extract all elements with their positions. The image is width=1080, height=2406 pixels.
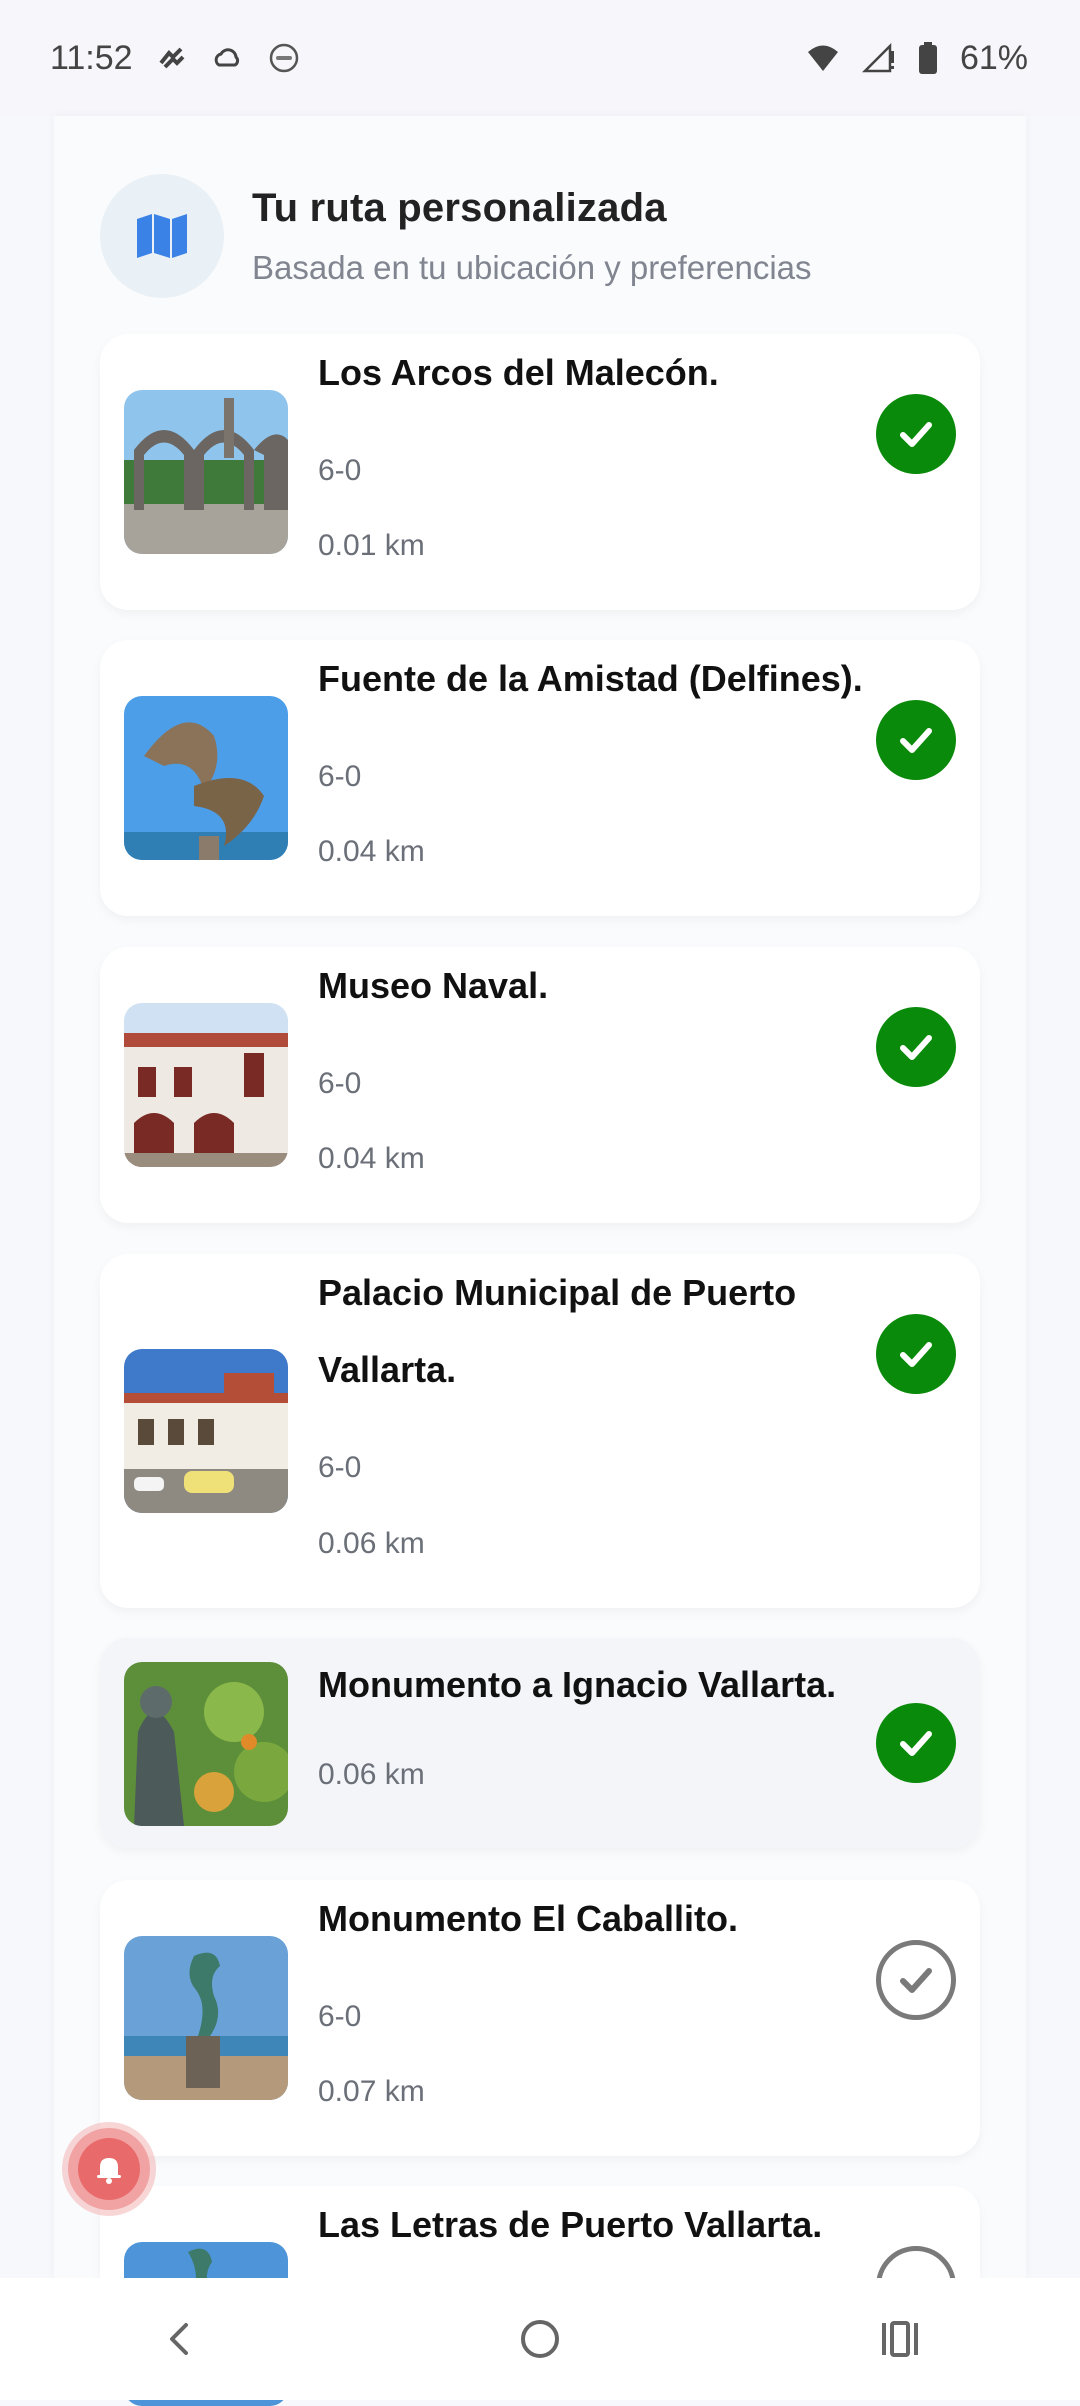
route-header: Tu ruta personalizada Basada en tu ubica…: [100, 174, 980, 298]
system-nav-bar: [0, 2278, 1080, 2400]
place-distance: 0.06 km: [318, 1758, 425, 1791]
visited-check-button[interactable]: [876, 1007, 956, 1087]
place-thumbnail: [124, 696, 288, 860]
place-distance: 0.07 km: [318, 2075, 425, 2108]
place-thumbnail: [124, 1003, 288, 1167]
status-bar: 11:52 61%: [0, 0, 1080, 116]
battery-percent: 61%: [959, 38, 1028, 77]
place-thumbnail: [124, 1349, 288, 1513]
home-button[interactable]: [495, 2294, 585, 2384]
check-icon: [900, 422, 932, 447]
place-name: Las Letras de Puerto Vallarta.: [318, 2204, 823, 2245]
place-card[interactable]: Monumento El Caballito. 6-0 0.07 km: [100, 1880, 980, 2156]
place-thumbnail: [124, 1936, 288, 2100]
place-name: Fuente de la Amistad (Delfines).: [318, 658, 863, 699]
check-icon: [900, 1342, 932, 1367]
signal-icon: [861, 42, 894, 73]
place-thumbnail: [124, 390, 288, 554]
place-name: Los Arcos del Malecón.: [318, 352, 719, 393]
bell-icon: [97, 2158, 121, 2184]
circle-badge-icon: [269, 43, 298, 73]
page-title: Tu ruta personalizada: [252, 185, 667, 230]
check-icon: [900, 1035, 932, 1060]
visited-check-button[interactable]: [876, 394, 956, 474]
place-card[interactable]: Fuente de la Amistad (Delfines). 6-0 0.0…: [100, 640, 980, 916]
back-button[interactable]: [135, 2294, 225, 2384]
wifi-icon: [807, 45, 838, 71]
place-card[interactable]: Museo Naval. 6-0 0.04 km: [100, 947, 980, 1223]
status-time: 11:52: [50, 38, 133, 77]
place-card[interactable]: Monumento a Ignacio Vallarta. 0.06 km: [100, 1638, 980, 1848]
notification-bell-button[interactable]: [68, 2128, 150, 2210]
visited-check-button[interactable]: [876, 1940, 956, 2020]
place-hours: 6-0: [318, 454, 362, 487]
back-icon: [170, 2323, 188, 2355]
cloud-icon: [214, 48, 239, 67]
battery-icon: [918, 42, 937, 74]
home-icon: [521, 2320, 559, 2358]
place-hours: 6-0: [318, 2000, 362, 2033]
check-icon: [900, 1968, 932, 1993]
page-subtitle: Basada en tu ubicación y preferencias: [252, 248, 812, 286]
place-distance: 0.04 km: [318, 835, 425, 868]
place-card[interactable]: Palacio Municipal de Puerto Vallarta. 6-…: [100, 1254, 980, 1608]
visited-check-button[interactable]: [876, 1703, 956, 1783]
recents-button[interactable]: [855, 2294, 945, 2384]
place-hours: 6-0: [318, 1451, 362, 1484]
place-card[interactable]: Los Arcos del Malecón. 6-0 0.01 km: [100, 334, 980, 610]
place-name: Monumento a Ignacio Vallarta.: [318, 1664, 837, 1705]
visited-check-button[interactable]: [876, 1314, 956, 1394]
check-icon: [900, 1731, 932, 1756]
place-name: Museo Naval.: [318, 965, 549, 1006]
map-icon: [137, 214, 187, 258]
notification-icon: [159, 47, 184, 69]
recents-icon: [882, 2321, 918, 2357]
place-distance: 0.06 km: [318, 1527, 425, 1560]
check-icon: [900, 728, 932, 753]
place-name: Monumento El Caballito.: [318, 1898, 738, 1939]
map-icon-badge: [100, 174, 224, 298]
place-thumbnail: [124, 1662, 288, 1826]
place-hours: 6-0: [318, 1067, 362, 1100]
visited-check-button[interactable]: [876, 700, 956, 780]
place-distance: 0.01 km: [318, 529, 425, 562]
place-name: Palacio Municipal de Puerto Vallarta.: [318, 1272, 797, 1390]
place-hours: 6-0: [318, 760, 362, 793]
place-distance: 0.04 km: [318, 1142, 425, 1175]
